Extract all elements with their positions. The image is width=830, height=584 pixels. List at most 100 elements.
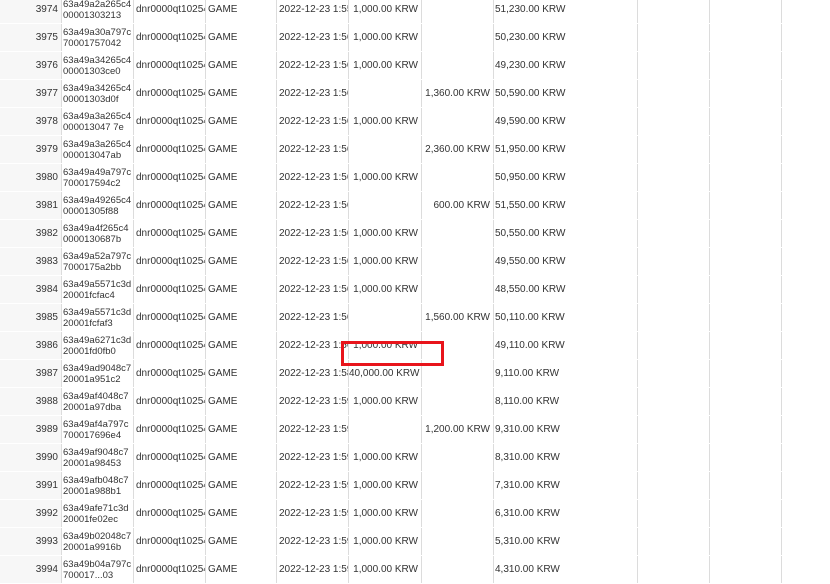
empty-cell[interactable] [710, 500, 782, 527]
balance-cell[interactable]: 50,950.00 KRW [494, 164, 638, 191]
transaction-id-cell[interactable]: 63a49b02048c7 20001a9916b [62, 528, 134, 555]
balance-cell[interactable]: 49,590.00 KRW [494, 108, 638, 135]
empty-cell[interactable] [638, 192, 710, 219]
balance-cell[interactable]: 7,310.00 KRW [494, 472, 638, 499]
balance-cell[interactable]: 49,110.00 KRW [494, 332, 638, 359]
type-cell[interactable]: GAME [206, 80, 277, 107]
empty-cell[interactable] [638, 416, 710, 443]
row-number-cell[interactable]: 3989 [0, 416, 62, 443]
empty-cell[interactable] [710, 304, 782, 331]
credit-cell[interactable] [422, 528, 494, 555]
empty-cell[interactable] [782, 192, 830, 219]
credit-cell[interactable]: 2,360.00 KRW [422, 136, 494, 163]
row-number-cell[interactable]: 3974 [0, 0, 62, 23]
row-number-cell[interactable]: 3982 [0, 220, 62, 247]
empty-cell[interactable] [638, 304, 710, 331]
credit-cell[interactable] [422, 472, 494, 499]
row-number-cell[interactable]: 3992 [0, 500, 62, 527]
row-number-cell[interactable]: 3983 [0, 248, 62, 275]
credit-cell[interactable] [422, 108, 494, 135]
debit-cell[interactable]: 1,000.00 KRW [349, 556, 422, 583]
empty-cell[interactable] [638, 276, 710, 303]
empty-cell[interactable] [710, 24, 782, 51]
balance-cell[interactable]: 8,310.00 KRW [494, 444, 638, 471]
empty-cell[interactable] [638, 528, 710, 555]
empty-cell[interactable] [782, 108, 830, 135]
empty-cell[interactable] [638, 0, 710, 23]
empty-cell[interactable] [782, 220, 830, 247]
credit-cell[interactable]: 1,560.00 KRW [422, 304, 494, 331]
timestamp-cell[interactable]: 2022-12-23 1:56 [277, 304, 349, 331]
debit-cell[interactable]: 1,000.00 KRW [349, 220, 422, 247]
debit-cell[interactable] [349, 192, 422, 219]
debit-cell[interactable]: 1,000.00 KRW [349, 0, 422, 23]
timestamp-cell[interactable]: 2022-12-23 1:56 [277, 24, 349, 51]
empty-cell[interactable] [710, 528, 782, 555]
empty-cell[interactable] [638, 80, 710, 107]
transaction-id-cell[interactable]: 63a49b04a797c 700017...03 [62, 556, 134, 583]
empty-cell[interactable] [638, 472, 710, 499]
type-cell[interactable]: GAME [206, 24, 277, 51]
row-number-cell[interactable]: 3980 [0, 164, 62, 191]
empty-cell[interactable] [638, 360, 710, 387]
transaction-id-cell[interactable]: 63a49a3a265c4 000013047 7e [62, 108, 134, 135]
balance-cell[interactable]: 9,310.00 KRW [494, 416, 638, 443]
type-cell[interactable]: GAME [206, 500, 277, 527]
row-number-cell[interactable]: 3988 [0, 388, 62, 415]
user-id-cell[interactable]: dnr0000qt10254 [134, 276, 206, 303]
timestamp-cell[interactable]: 2022-12-23 1:56 [277, 332, 349, 359]
empty-cell[interactable] [782, 360, 830, 387]
debit-cell[interactable] [349, 416, 422, 443]
timestamp-cell[interactable]: 2022-12-23 1:59 [277, 444, 349, 471]
timestamp-cell[interactable]: 2022-12-23 1:56 [277, 276, 349, 303]
timestamp-cell[interactable]: 2022-12-23 1:59 [277, 556, 349, 583]
empty-cell[interactable] [710, 332, 782, 359]
user-id-cell[interactable]: dnr0000qt10254 [134, 164, 206, 191]
empty-cell[interactable] [638, 332, 710, 359]
timestamp-cell[interactable]: 2022-12-23 1:56 [277, 192, 349, 219]
empty-cell[interactable] [638, 500, 710, 527]
row-number-cell[interactable]: 3991 [0, 472, 62, 499]
credit-cell[interactable] [422, 52, 494, 79]
user-id-cell[interactable]: dnr0000qt10254 [134, 136, 206, 163]
credit-cell[interactable] [422, 444, 494, 471]
debit-cell[interactable] [349, 136, 422, 163]
balance-cell[interactable]: 50,230.00 KRW [494, 24, 638, 51]
balance-cell[interactable]: 49,230.00 KRW [494, 52, 638, 79]
empty-cell[interactable] [782, 556, 830, 583]
timestamp-cell[interactable]: 2022-12-23 1:59 [277, 500, 349, 527]
user-id-cell[interactable]: dnr0000qt10254 [134, 248, 206, 275]
type-cell[interactable]: GAME [206, 444, 277, 471]
credit-cell[interactable] [422, 276, 494, 303]
empty-cell[interactable] [782, 332, 830, 359]
credit-cell[interactable] [422, 220, 494, 247]
transaction-id-cell[interactable]: 63a49a3a265c4 000013047ab [62, 136, 134, 163]
debit-cell[interactable]: 1,000.00 KRW [349, 24, 422, 51]
user-id-cell[interactable]: dnr0000qt10254 [134, 472, 206, 499]
type-cell[interactable]: GAME [206, 472, 277, 499]
empty-cell[interactable] [782, 528, 830, 555]
type-cell[interactable]: GAME [206, 164, 277, 191]
empty-cell[interactable] [638, 52, 710, 79]
user-id-cell[interactable]: dnr0000qt10254 [134, 332, 206, 359]
balance-cell[interactable]: 51,950.00 KRW [494, 136, 638, 163]
transaction-id-cell[interactable]: 63a49afe71c3d 20001fe02ec [62, 500, 134, 527]
timestamp-cell[interactable]: 2022-12-23 1:59 [277, 472, 349, 499]
balance-cell[interactable]: 4,310.00 KRW [494, 556, 638, 583]
debit-cell[interactable]: 1,000.00 KRW [349, 164, 422, 191]
credit-cell[interactable] [422, 556, 494, 583]
transaction-id-cell[interactable]: 63a49a6271c3d 20001fd0fb0 [62, 332, 134, 359]
empty-cell[interactable] [710, 388, 782, 415]
debit-cell[interactable] [349, 304, 422, 331]
transaction-id-cell[interactable]: 63a49a34265c4 00001303d0f [62, 80, 134, 107]
credit-cell[interactable] [422, 0, 494, 23]
empty-cell[interactable] [782, 164, 830, 191]
type-cell[interactable]: GAME [206, 528, 277, 555]
balance-cell[interactable]: 51,230.00 KRW [494, 0, 638, 23]
debit-cell[interactable]: 1,000.00 KRW [349, 472, 422, 499]
user-id-cell[interactable]: dnr0000qt10254 [134, 220, 206, 247]
row-number-cell[interactable]: 3977 [0, 80, 62, 107]
transaction-id-cell[interactable]: 63a49a34265c4 00001303ce0 [62, 52, 134, 79]
row-number-cell[interactable]: 3976 [0, 52, 62, 79]
empty-cell[interactable] [638, 164, 710, 191]
